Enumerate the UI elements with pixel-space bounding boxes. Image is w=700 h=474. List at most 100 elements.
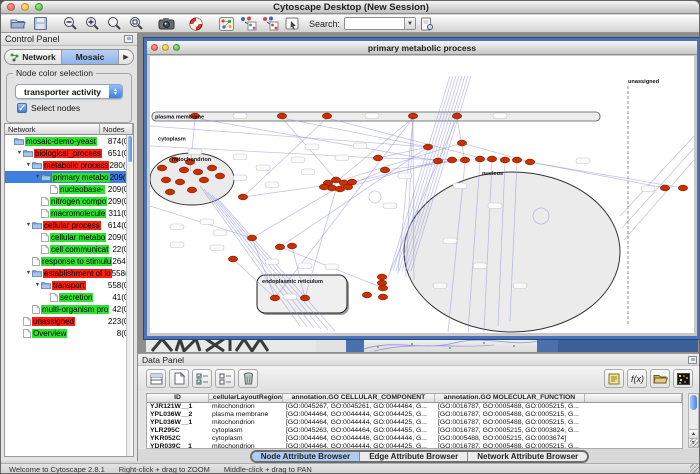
tree-row-cellular-metabo[interactable]: cellular metabo209(0) xyxy=(5,231,133,243)
network-node[interactable] xyxy=(347,179,356,185)
window-titlebar[interactable]: Cytoscape Desktop (New Session) xyxy=(1,1,700,14)
delete-attribute-button[interactable] xyxy=(238,369,258,388)
save-button[interactable] xyxy=(29,16,51,32)
function-builder-button[interactable]: f(x) xyxy=(627,369,647,388)
network-node[interactable] xyxy=(161,177,170,183)
layout-button-2[interactable] xyxy=(259,16,281,32)
network-node[interactable] xyxy=(377,274,386,280)
table-row[interactable]: YPL036W__2plasma membrane[GO:0044464, GO… xyxy=(147,411,682,419)
tree-col-network[interactable]: Network xyxy=(5,124,100,134)
table-cell[interactable]: [GO:0016787, GO:0005215, GO:0003824, G..… xyxy=(435,427,585,434)
table-cell[interactable]: [GO:0005488, GO:0005215, GO:0003674] xyxy=(435,435,585,442)
col-id[interactable]: ID xyxy=(147,394,209,402)
network-node[interactable] xyxy=(322,113,331,119)
network-node[interactable] xyxy=(475,156,484,162)
expander-icon[interactable]: ▼ xyxy=(25,222,32,228)
table-row[interactable]: YJR121W__1mitochondrion[GO:0045267, GO:0… xyxy=(147,403,682,411)
network-node[interactable] xyxy=(378,294,387,300)
tab-network[interactable]: Network xyxy=(5,50,62,64)
table-cell[interactable]: mitochondrion xyxy=(209,419,283,426)
table-cell[interactable]: [GO:0044464, GO:0044444, GO:0044425, G..… xyxy=(283,419,435,426)
tree-row-establishment-of-lo[interactable]: ▼establishment of lo558(0) xyxy=(5,267,133,279)
notes-button[interactable] xyxy=(604,369,624,388)
table-cell[interactable]: [GO:0016787, GO:0005488, GO:0005215, G..… xyxy=(435,419,585,426)
search-text-field[interactable] xyxy=(345,18,404,29)
network-node[interactable] xyxy=(525,159,534,165)
unselect-attributes-button[interactable] xyxy=(215,369,235,388)
tree-row-mosaic-demo-yeast[interactable]: mosaic-demo-yeast874(0) xyxy=(5,135,133,147)
table-row[interactable]: YPL036W__1mitochondrion[GO:0044464, GO:0… xyxy=(147,419,682,427)
float-panel-icon[interactable] xyxy=(124,35,133,43)
tree-row-macromolecule[interactable]: macromolecule311(0) xyxy=(5,207,133,219)
network-node[interactable] xyxy=(457,140,466,146)
network-node[interactable] xyxy=(331,177,340,183)
network-node[interactable] xyxy=(207,165,216,171)
zoom-out-button[interactable] xyxy=(59,16,81,32)
table-cell[interactable]: [GO:0016787, GO:0005488, GO:0005215, G..… xyxy=(435,411,585,418)
tab-mosaic[interactable]: Mosaic xyxy=(62,50,119,64)
network-node[interactable] xyxy=(165,189,174,195)
expander-icon[interactable]: ▼ xyxy=(34,282,41,288)
tree-row-biological-process[interactable]: ▼biological_process651(0) xyxy=(5,147,133,159)
table-cell[interactable]: [GO:0045263, GO:0044464, GO:0044455, G..… xyxy=(283,427,435,434)
open-file-button[interactable] xyxy=(7,16,29,32)
tree-row-cell-communicat[interactable]: cell communicat22(0) xyxy=(5,243,133,255)
search-dropdown-arrow[interactable]: ▼ xyxy=(404,18,415,29)
tree-row-nitrogen-compo[interactable]: nitrogen compo209(0) xyxy=(5,195,133,207)
table-cell[interactable]: YKR052C xyxy=(147,435,209,442)
table-row[interactable]: YLR295Ccytoplasm[GO:0045263, GO:0044464,… xyxy=(147,427,682,435)
network-node[interactable] xyxy=(199,177,208,183)
tree-row-unassigned[interactable]: unassigned223(0) xyxy=(5,315,133,327)
table-cell[interactable]: YLR295C xyxy=(147,427,209,434)
scrollbar-thumb[interactable] xyxy=(690,395,697,410)
network-canvas[interactable]: plasma membranecytoplasmmitochondrionnuc… xyxy=(150,56,694,333)
expander-icon[interactable]: ▼ xyxy=(25,270,32,276)
import-attributes-button[interactable] xyxy=(650,369,670,388)
network-node[interactable] xyxy=(373,155,382,161)
table-cell[interactable]: YJR121W__1 xyxy=(147,403,209,410)
help-button[interactable] xyxy=(185,16,207,32)
resize-grip[interactable] xyxy=(690,438,699,447)
tab-edge-attribute-browser[interactable]: Edge Attribute Browser xyxy=(359,452,467,461)
select-nodes-checkbox[interactable]: ✓ xyxy=(17,103,27,113)
network-node[interactable] xyxy=(500,157,509,163)
network-node[interactable] xyxy=(215,173,224,179)
network-node[interactable] xyxy=(287,243,296,249)
network-node[interactable] xyxy=(452,113,461,119)
tree-col-nodes[interactable]: Nodes xyxy=(100,124,133,134)
table-cell[interactable]: YPL036W__2 xyxy=(147,411,209,418)
col-region[interactable]: _cellularLayoutRegion xyxy=(209,394,283,402)
network-node[interactable] xyxy=(238,194,247,200)
network-node[interactable] xyxy=(447,157,456,163)
zoom-in-button[interactable] xyxy=(81,16,103,32)
tab-node-attribute-browser[interactable]: Node Attribute Browser xyxy=(252,452,360,461)
network-node[interactable] xyxy=(380,167,389,173)
network-node[interactable] xyxy=(460,157,469,163)
new-attribute-button[interactable] xyxy=(169,369,189,388)
network-node[interactable] xyxy=(408,113,417,119)
network-node[interactable] xyxy=(362,292,371,298)
network-node[interactable] xyxy=(175,179,184,185)
network-node[interactable] xyxy=(187,187,196,193)
float-panel-icon[interactable] xyxy=(688,356,697,364)
network-node[interactable] xyxy=(157,165,166,171)
col-cellular-component[interactable]: annotation.GO CELLULAR_COMPONENT xyxy=(283,394,435,402)
table-cell[interactable]: [GO:0045267, GO:0045261, GO:0044464, G..… xyxy=(283,403,435,410)
network-manager-button[interactable] xyxy=(215,16,237,32)
tree-row-response-to-stimulu[interactable]: response to stimulu264(0) xyxy=(5,255,133,267)
table-cell[interactable]: mitochondrion xyxy=(209,403,283,410)
expander-icon[interactable]: ▼ xyxy=(34,174,41,180)
attribute-grid-button[interactable] xyxy=(146,369,166,388)
table-cell[interactable]: cytoplasm xyxy=(209,435,283,442)
tree-row-transport[interactable]: ▼transport558(0) xyxy=(5,279,133,291)
tabs-overflow-arrow[interactable]: ▶ xyxy=(119,50,133,64)
network-node[interactable] xyxy=(512,157,521,163)
zoom-selected-button[interactable] xyxy=(125,16,147,32)
tree-row-cellular-process[interactable]: ▼cellular process614(0) xyxy=(5,219,133,231)
search-options-button[interactable] xyxy=(416,16,438,32)
tree-row-overview[interactable]: Overview8(0) xyxy=(5,327,133,339)
network-node[interactable] xyxy=(487,156,496,162)
node-color-dropdown[interactable]: transporter activity ▲▼ xyxy=(15,84,123,99)
select-attributes-button[interactable] xyxy=(192,369,212,388)
tree-row-multi-organism-pro[interactable]: multi-organism pro42(0) xyxy=(5,303,133,315)
